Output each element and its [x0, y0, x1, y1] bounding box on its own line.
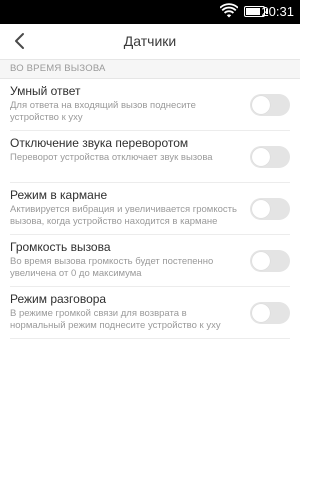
- setting-description: Во время вызова громкость будет постепен…: [10, 256, 214, 279]
- setting-description: В режиме громкой связи для возврата в но…: [10, 308, 221, 331]
- setting-row-pocket-mode[interactable]: Режим в кармане Активируется вибрация и …: [10, 183, 290, 235]
- setting-description: Для ответа на входящий вызов поднесите у…: [10, 100, 196, 123]
- toggle-knob: [252, 252, 270, 270]
- setting-description: Активируется вибрация и увеличивается гр…: [10, 204, 237, 227]
- setting-row-smart-answer[interactable]: Умный ответ Для ответа на входящий вызов…: [10, 79, 290, 131]
- setting-row-flip-to-mute[interactable]: Отключение звука переворотом Переворот у…: [10, 131, 290, 183]
- setting-label: Громкость вызова: [10, 240, 111, 254]
- call-volume-toggle[interactable]: [250, 250, 290, 272]
- settings-list: Умный ответ Для ответа на входящий вызов…: [0, 79, 300, 339]
- toggle-knob: [252, 304, 270, 322]
- toggle-knob: [252, 96, 270, 114]
- flip-to-mute-toggle[interactable]: [250, 146, 290, 168]
- toggle-knob: [252, 200, 270, 218]
- setting-row-call-volume[interactable]: Громкость вызова Во время вызова громкос…: [10, 235, 290, 287]
- section-header: ВО ВРЕМЯ ВЫЗОВА: [0, 59, 300, 79]
- conversation-mode-toggle[interactable]: [250, 302, 290, 324]
- setting-description: Переворот устройства отключает звук вызо…: [10, 152, 213, 163]
- status-bar: 20:31: [0, 0, 300, 24]
- wifi-icon: [220, 3, 238, 18]
- app-header: Датчики: [0, 24, 300, 59]
- setting-label: Умный ответ: [10, 84, 81, 98]
- battery-level: [246, 8, 261, 15]
- toggle-knob: [252, 148, 270, 166]
- setting-label: Режим разговора: [10, 292, 107, 306]
- setting-label: Режим в кармане: [10, 188, 108, 202]
- smart-answer-toggle[interactable]: [250, 94, 290, 116]
- page-title: Датчики: [123, 33, 177, 49]
- status-time: 20:31: [261, 4, 294, 19]
- pocket-mode-toggle[interactable]: [250, 198, 290, 220]
- setting-row-conversation-mode[interactable]: Режим разговора В режиме громкой связи д…: [10, 287, 290, 339]
- setting-label: Отключение звука переворотом: [10, 136, 189, 150]
